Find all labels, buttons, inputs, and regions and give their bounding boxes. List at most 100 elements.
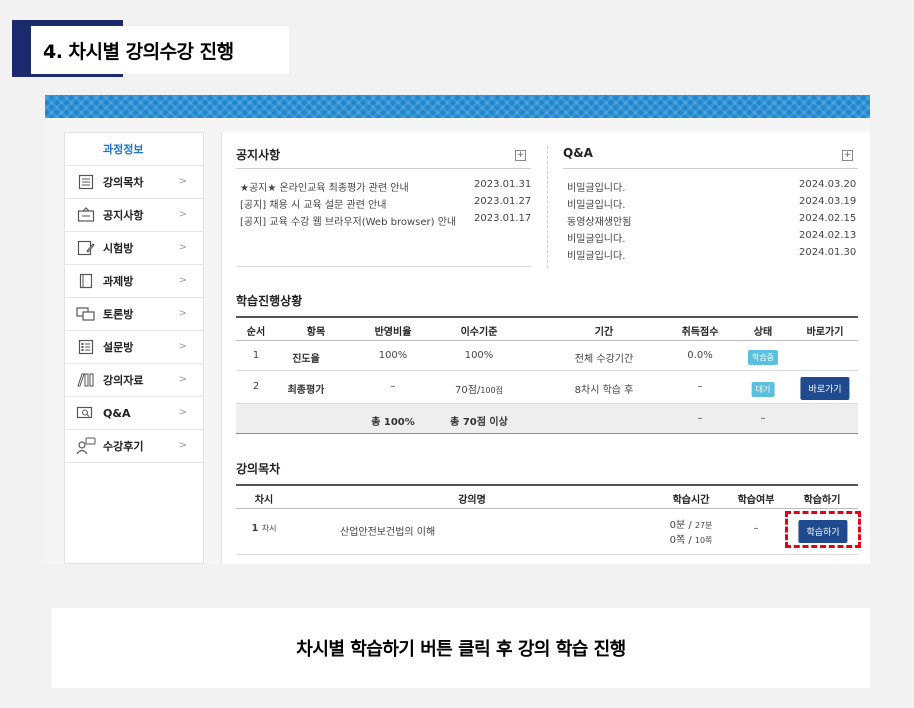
chevron-right-icon: > <box>178 440 187 451</box>
notice-date: 2023.01.31 <box>474 179 532 190</box>
progress-title: 학습진행상황 <box>236 294 303 308</box>
chevron-right-icon: > <box>178 176 187 187</box>
lecture-time: 0분 / 27분 <box>670 516 713 531</box>
total-score: – <box>697 413 703 424</box>
sidebar-item-label: 공지사항 <box>103 209 144 222</box>
qna-item[interactable]: 비밀글입니다. <box>567 247 625 262</box>
status-badge: 대기 <box>751 382 775 397</box>
header-banner <box>45 95 870 118</box>
qna-item[interactable]: 동영상재생안됨 <box>567 213 631 228</box>
notice-date: 2023.01.27 <box>474 196 532 207</box>
sidebar-item-review[interactable]: 수강후기 > <box>65 430 203 463</box>
progress-period: 8차시 학습 후 <box>574 385 634 396</box>
chevron-right-icon: > <box>178 374 187 385</box>
notice-title: 공지사항 <box>236 148 281 162</box>
progress-criteria: 70점/100점 <box>455 381 503 396</box>
sidebar-item-exam[interactable]: 시험방 > <box>65 232 203 265</box>
progress-no: 2 <box>252 381 260 392</box>
col-header: 순서 <box>246 327 266 338</box>
chevron-right-icon: > <box>178 209 187 220</box>
lecture-done: – <box>753 523 759 534</box>
sidebar-item-notice[interactable]: 공지사항 > <box>65 199 203 232</box>
sidebar-item-label: 과제방 <box>103 275 134 288</box>
qna-more-icon[interactable]: + <box>842 150 853 161</box>
progress-item: 최종평가 <box>287 385 325 396</box>
notebook-icon <box>75 272 97 290</box>
chevron-right-icon: > <box>178 275 187 286</box>
qna-item[interactable]: 비밀글입니다. <box>567 230 625 245</box>
col-header: 이수기준 <box>460 327 498 338</box>
progress-score: 0.0% <box>687 350 713 361</box>
lecture-no-value: 1 <box>251 523 259 534</box>
sidebar-item-qna[interactable]: Q&A > <box>65 397 203 430</box>
col-header: 항목 <box>306 327 326 338</box>
sidebar: 메인 > 과정정보 강의목차 > 공지사항 > 시험방 > <box>64 132 870 564</box>
col-header: 학습하기 <box>803 495 841 506</box>
total-ratio: 총 100% <box>371 417 415 428</box>
review-icon <box>75 437 97 455</box>
notice-item[interactable]: [공지] 교육 수강 웹 브라우저(Web browser) 안내 <box>240 213 456 228</box>
goto-exam-button[interactable]: 바로가기 <box>800 377 850 400</box>
chevron-right-icon: > <box>178 242 187 253</box>
qna-date: 2024.03.19 <box>799 196 857 207</box>
qa-icon <box>75 404 97 422</box>
progress-ratio: – <box>390 381 396 392</box>
divider <box>236 266 531 267</box>
col-header: 취득점수 <box>681 327 719 338</box>
progress-period: 전체 수강기간 <box>574 354 634 365</box>
pencil-icon <box>75 239 97 257</box>
sidebar-item-survey[interactable]: 설문방 > <box>65 331 203 364</box>
progress-score: – <box>697 381 703 392</box>
divider <box>547 146 548 268</box>
divider <box>236 554 858 555</box>
qna-date: 2024.02.13 <box>799 230 857 241</box>
progress-total-row: 총 100% 총 70점 이상 – – <box>236 404 858 434</box>
checklist-icon <box>75 338 97 356</box>
step-title-block: 4. 차시별 강의수강 진행 <box>12 20 289 77</box>
col-header: 상태 <box>753 327 773 338</box>
col-header: 반영비율 <box>374 327 412 338</box>
megaphone-icon <box>75 206 97 224</box>
qna-date: 2024.02.15 <box>799 213 857 224</box>
sidebar-item-discussion[interactable]: 토론방 > <box>65 298 203 331</box>
qna-item[interactable]: 비밀글입니다. <box>567 179 625 194</box>
progress-ratio: 100% <box>378 350 408 361</box>
notice-more-icon[interactable]: + <box>515 150 526 161</box>
lectures-title: 강의목차 <box>236 462 281 476</box>
start-lecture-button[interactable]: 학습하기 <box>798 520 848 543</box>
sidebar-item-label: 과정정보 <box>103 143 144 156</box>
criteria-unit: 100점 <box>480 386 503 395</box>
progress-table-header: 순서 항목 반영비율 이수기준 기간 취득점수 상태 바로가기 <box>236 316 858 341</box>
divider <box>563 168 858 169</box>
sidebar-item-course-info[interactable]: 과정정보 <box>65 133 203 166</box>
sidebar-item-label: 강의목차 <box>103 176 144 189</box>
divider <box>236 168 531 169</box>
col-header: 차시 <box>254 495 274 506</box>
qna-date: 2024.01.30 <box>799 247 857 258</box>
lms-screenshot: 메인 > 과정정보 강의목차 > 공지사항 > 시험방 > <box>45 95 870 564</box>
lecture-no-unit: 차시 <box>261 524 277 533</box>
sidebar-item-label: 수강후기 <box>103 440 144 453</box>
notice-item[interactable]: ★공지★ 온라인교육 최종평가 관련 안내 <box>240 179 409 194</box>
step-title-box: 4. 차시별 강의수강 진행 <box>31 26 289 74</box>
progress-item: 진도율 <box>292 354 320 365</box>
sidebar-item-lecture-list[interactable]: 강의목차 > <box>65 166 203 199</box>
progress-criteria: 100% <box>464 350 494 361</box>
chevron-right-icon: > <box>178 308 187 319</box>
col-header: 학습시간 <box>672 495 710 506</box>
sidebar-item-label: 시험방 <box>103 242 134 255</box>
total-criteria: 총 70점 이상 <box>450 417 508 428</box>
sidebar-item-label: 설문방 <box>103 341 134 354</box>
criteria-value: 70점/ <box>455 385 481 396</box>
qna-item[interactable]: 비밀글입니다. <box>567 196 625 211</box>
col-header: 바로가기 <box>806 327 844 338</box>
notice-item[interactable]: [공지] 채용 시 교육 설문 관련 안내 <box>240 196 386 211</box>
qna-title: Q&A <box>563 146 593 160</box>
pages-value: 0쪽 / <box>669 535 695 546</box>
status-badge: 학습중 <box>747 350 779 365</box>
col-header: 강의명 <box>458 495 486 506</box>
sidebar-item-materials[interactable]: 강의자료 > <box>65 364 203 397</box>
sidebar-item-assignment[interactable]: 과제방 > <box>65 265 203 298</box>
chevron-right-icon: > <box>178 341 187 352</box>
divider <box>236 370 858 371</box>
